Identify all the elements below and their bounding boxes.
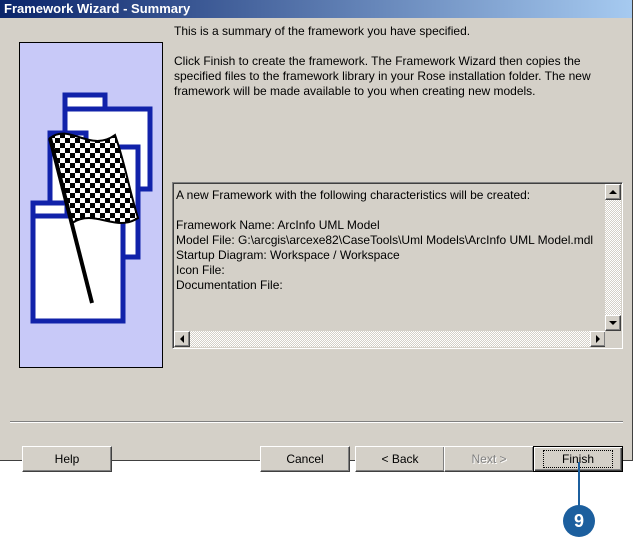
next-button: Next >	[444, 446, 534, 472]
step-callout-badge: 9	[563, 505, 595, 537]
help-button[interactable]: Help	[22, 446, 112, 472]
vertical-scrollbar[interactable]	[605, 184, 621, 331]
callout-leader-line	[578, 462, 580, 507]
title-bar: Framework Wizard - Summary	[0, 0, 632, 18]
summary-line-framework-name: Framework Name: ArcInfo UML Model	[176, 218, 380, 232]
summary-line-icon-file: Icon File:	[176, 263, 225, 277]
cancel-button[interactable]: Cancel	[260, 446, 350, 472]
scroll-left-icon[interactable]	[174, 331, 190, 347]
window-title: Framework Wizard - Summary	[4, 1, 191, 16]
back-button-label: < Back	[381, 452, 419, 466]
framework-wizard-dialog: Framework Wizard - Summary This is a sum…	[0, 0, 633, 472]
separator-highlight	[10, 422, 623, 423]
step-callout-number: 9	[573, 510, 584, 531]
back-button[interactable]: < Back	[355, 446, 445, 472]
summary-line-documentation-file: Documentation File:	[176, 278, 283, 292]
scrollbar-corner	[605, 331, 621, 347]
horizontal-scrollbar[interactable]	[174, 331, 606, 347]
intro-text-1: This is a summary of the framework you h…	[174, 24, 471, 38]
folders-and-flag-icon	[30, 92, 153, 324]
scroll-right-icon[interactable]	[590, 331, 606, 347]
summary-textbox[interactable]: A new Framework with the following chara…	[172, 182, 623, 349]
intro-text-2: Click Finish to create the framework. Th…	[174, 54, 591, 98]
cancel-button-label: Cancel	[286, 452, 324, 466]
summary-line-startup-diagram: Startup Diagram: Workspace / Workspace	[176, 248, 400, 262]
scroll-down-icon[interactable]	[605, 315, 621, 331]
summary-line-model-file: Model File: G:\arcgis\arcexe82\CaseTools…	[176, 233, 594, 247]
summary-content: A new Framework with the following chara…	[176, 188, 594, 328]
next-button-label: Next >	[471, 452, 507, 466]
scroll-up-icon[interactable]	[605, 184, 621, 200]
summary-header: A new Framework with the following chara…	[176, 188, 531, 202]
help-button-label: Help	[54, 452, 80, 466]
wizard-illustration	[19, 42, 163, 368]
